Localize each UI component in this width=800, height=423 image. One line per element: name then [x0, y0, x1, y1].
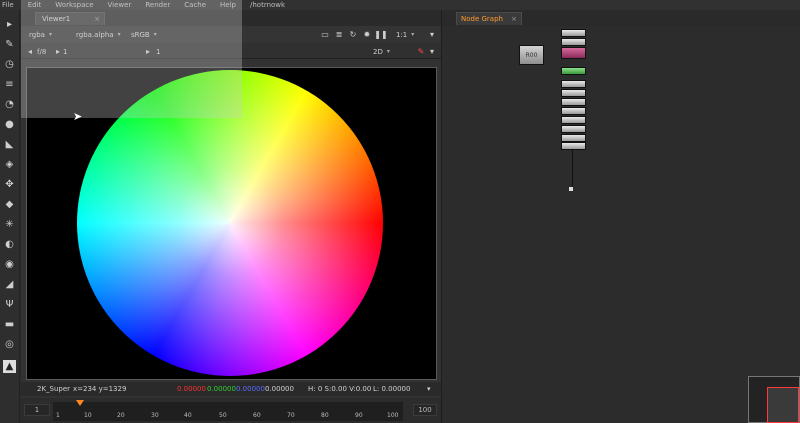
read-node-label: R00 — [525, 51, 538, 59]
expand-icon[interactable]: ▾ — [427, 46, 437, 56]
node-pipe — [572, 150, 573, 188]
red-value: 0.00000 — [177, 385, 206, 393]
read-node[interactable]: R00 — [519, 45, 544, 65]
chevron-down-icon: ▾ — [411, 31, 415, 38]
node-graph-pane: Node Graph × — [441, 10, 800, 423]
graph-node[interactable] — [561, 142, 586, 150]
timeline-start-field[interactable]: 1 — [24, 404, 50, 416]
tab-node-graph-label: Node Graph — [461, 15, 503, 23]
tick-label: 20 — [117, 412, 125, 419]
transform-icon[interactable]: ✥ — [3, 178, 16, 191]
zoom-dropdown[interactable]: 1:1 ▾ — [396, 29, 414, 40]
tab-node-graph[interactable]: Node Graph × — [456, 12, 522, 25]
fork-icon[interactable]: Ψ — [3, 298, 16, 311]
filter-icon[interactable]: ◣ — [3, 138, 16, 151]
luminance-label: L: 0.00000 — [373, 385, 411, 393]
floating-overlay-panel — [21, 0, 242, 118]
list-icon[interactable]: ≣ — [334, 29, 344, 39]
tick-label: 70 — [287, 412, 295, 419]
pause-icon[interactable]: ❚❚ — [374, 29, 387, 39]
minimap-viewport[interactable] — [767, 387, 799, 423]
graph-node-green[interactable] — [561, 67, 586, 75]
graph-node[interactable] — [561, 116, 586, 124]
pointer-icon[interactable]: ▸ — [3, 18, 16, 31]
settings-icon[interactable]: ✹ — [362, 29, 372, 39]
timeline-track[interactable]: 1 10 20 30 40 50 60 70 80 90 100 — [53, 402, 403, 421]
hsv-label: H: 0 S:0.00 V:0.00 — [308, 385, 372, 393]
tick-label: 1 — [56, 412, 60, 419]
channel-icon[interactable]: ≡ — [3, 78, 16, 91]
tick-label: 50 — [219, 412, 227, 419]
zoom-value: 1:1 — [396, 30, 408, 39]
layers-icon[interactable]: ◈ — [3, 158, 16, 171]
graph-node[interactable] — [561, 134, 586, 142]
graph-node[interactable] — [561, 89, 586, 97]
graph-node[interactable] — [561, 98, 586, 106]
node-graph-minimap[interactable] — [748, 376, 800, 423]
green-value: 0.00000 — [207, 385, 236, 393]
format-label: 2K_Super — [37, 385, 71, 393]
graph-node[interactable] — [561, 38, 586, 46]
menu-file[interactable]: File — [2, 1, 14, 9]
refresh-icon[interactable]: ↻ — [348, 29, 358, 39]
viewer-dot-node[interactable] — [569, 187, 573, 191]
graph-node[interactable] — [561, 107, 586, 115]
graph-node[interactable] — [561, 80, 586, 88]
alpha-value: 0.00000 — [265, 385, 294, 393]
menu-extra[interactable]: /hotrnowk — [250, 1, 285, 9]
coords-label: x=234 y=1329 — [73, 385, 127, 393]
graph-node-pink[interactable] — [561, 47, 586, 59]
tick-label: 90 — [355, 412, 363, 419]
particle-icon[interactable]: ✳ — [3, 218, 16, 231]
tick-label: 10 — [84, 412, 92, 419]
viewer-info-bar: 2K_Super x=234 y=1329 0.00000 0.00000 0.… — [21, 382, 441, 396]
playhead-marker[interactable] — [76, 400, 84, 406]
paint-icon[interactable]: ✎ — [3, 38, 16, 51]
expand-icon[interactable]: ▾ — [427, 29, 437, 39]
chevron-down-icon[interactable]: ▾ — [427, 385, 431, 393]
tick-label: 100 — [387, 412, 399, 419]
timeline-end-field[interactable]: 100 — [413, 404, 437, 416]
view-mode-dropdown[interactable]: 2D ▾ — [373, 46, 390, 57]
nuke-logo-icon[interactable]: ▲ — [3, 360, 16, 373]
tick-label: 80 — [321, 412, 329, 419]
script-icon[interactable]: ◎ — [3, 338, 16, 351]
deep-icon[interactable]: ◐ — [3, 238, 16, 251]
graph-node[interactable] — [561, 29, 586, 37]
film-icon[interactable]: ▬ — [3, 318, 16, 331]
tick-label: 60 — [253, 412, 261, 419]
left-toolbar: ▸ ✎ ◷ ≡ ◔ ● ◣ ◈ ✥ ◆ ✳ ◐ ◉ ◢ Ψ ▬ ◎ ▲ — [0, 10, 20, 423]
timeline: 1 1 10 20 30 40 50 60 70 80 90 100 100 — [21, 398, 441, 423]
blue-value: 0.00000 — [236, 385, 265, 393]
chevron-down-icon: ▾ — [386, 48, 390, 55]
mouse-cursor-icon: ➤ — [73, 110, 83, 123]
color-icon[interactable]: ◔ — [3, 98, 16, 111]
close-icon[interactable]: × — [511, 15, 517, 23]
cube-icon[interactable]: ◆ — [3, 198, 16, 211]
graph-node[interactable] — [561, 125, 586, 133]
eye-icon[interactable]: ◉ — [3, 258, 16, 271]
tag-icon[interactable]: ◢ — [3, 278, 16, 291]
circle-icon[interactable]: ● — [3, 118, 16, 131]
monitor-icon[interactable]: ▭ — [320, 29, 330, 39]
tick-label: 30 — [151, 412, 159, 419]
tick-label: 40 — [184, 412, 192, 419]
timeline-end-value: 100 — [418, 406, 432, 414]
timeline-start-value: 1 — [34, 406, 40, 414]
node-graph-tabbar: Node Graph × — [442, 10, 800, 26]
view-mode-value: 2D — [373, 47, 383, 56]
color-picker-icon[interactable]: ✎ — [416, 46, 426, 56]
clock-icon[interactable]: ◷ — [3, 58, 16, 71]
